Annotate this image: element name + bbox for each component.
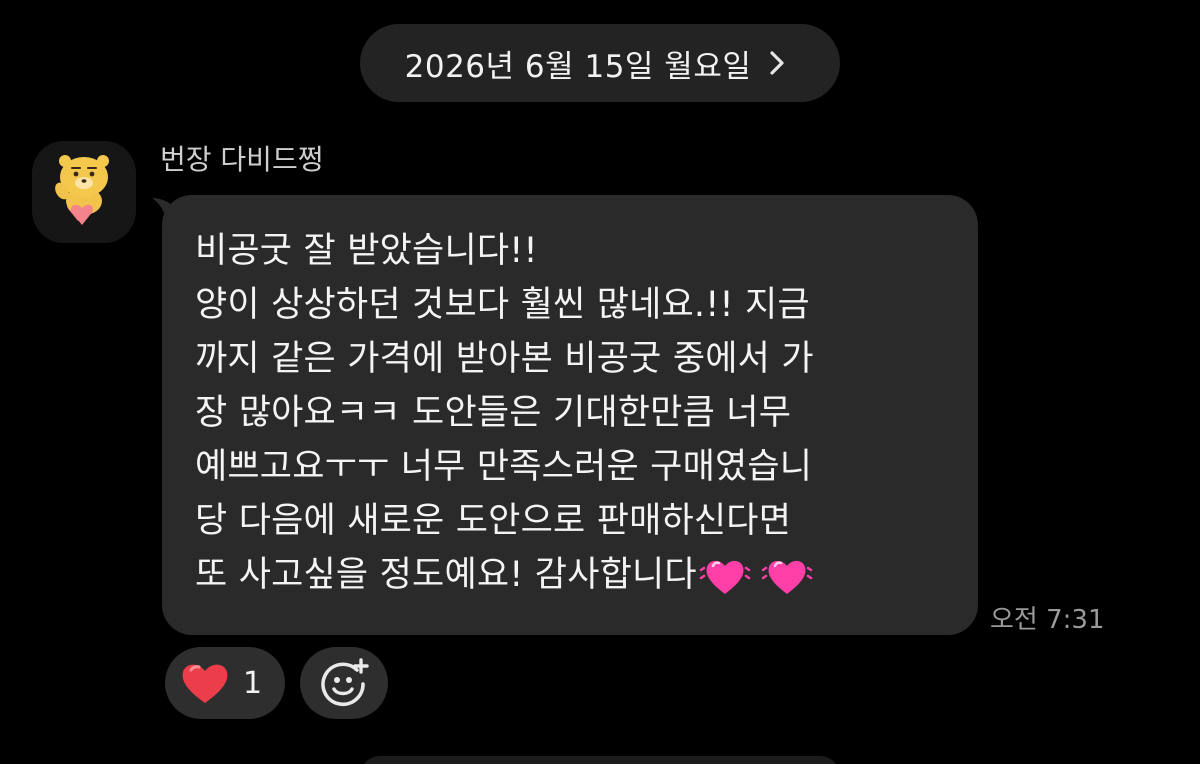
message-line-text: 또 사고싶을 정도예요! 감사합니다	[195, 555, 697, 595]
reaction-count: 1	[243, 665, 263, 701]
smiley-plus-icon	[321, 658, 369, 707]
vibrating-heart-icon	[761, 560, 813, 594]
lion-character-icon	[55, 155, 109, 225]
add-reaction-button[interactable]	[300, 647, 388, 719]
message-line: 양이 상상하던 것보다 훨씬 많네요.!! 지금	[195, 285, 810, 325]
sender-name: 번장 다비드쩡	[160, 143, 324, 176]
message-line: 장 많아요ㅋㅋ 도안들은 기대한만큼 너무	[195, 393, 792, 433]
next-date-header	[360, 756, 840, 764]
emoji-hearts	[699, 552, 813, 600]
message-line: 비공굿 잘 받았습니다!!	[195, 231, 538, 271]
chevron-right-icon	[769, 50, 785, 76]
heart-reaction-button[interactable]: 1	[165, 647, 285, 719]
message-line-last: 또 사고싶을 정도예요! 감사합니다	[195, 548, 952, 602]
date-header-button[interactable]: 2026년 6월 15일 월요일	[360, 24, 840, 102]
message-line: 당 다음에 새로운 도안으로 판매하신다면	[195, 501, 792, 541]
message-line: 예쁘고요ㅜㅜ 너무 만족스러운 구매였습니	[195, 447, 813, 487]
sender-avatar[interactable]	[32, 141, 136, 243]
message-timestamp: 오전 7:31	[990, 605, 1105, 635]
red-heart-icon	[182, 664, 228, 703]
message-line: 까지 같은 가격에 받아본 비공굿 중에서 가	[195, 339, 814, 379]
vibrating-heart-icon	[699, 560, 751, 594]
chat-screen: 2026년 6월 15일 월요일 번장 다비드쩡 비공굿 잘 받았습니다!! 양…	[0, 0, 1200, 764]
date-header-label: 2026년 6월 15일 월요일	[404, 48, 752, 85]
message-bubble[interactable]: 비공굿 잘 받았습니다!! 양이 상상하던 것보다 훨씬 많네요.!! 지금 까…	[162, 195, 978, 635]
